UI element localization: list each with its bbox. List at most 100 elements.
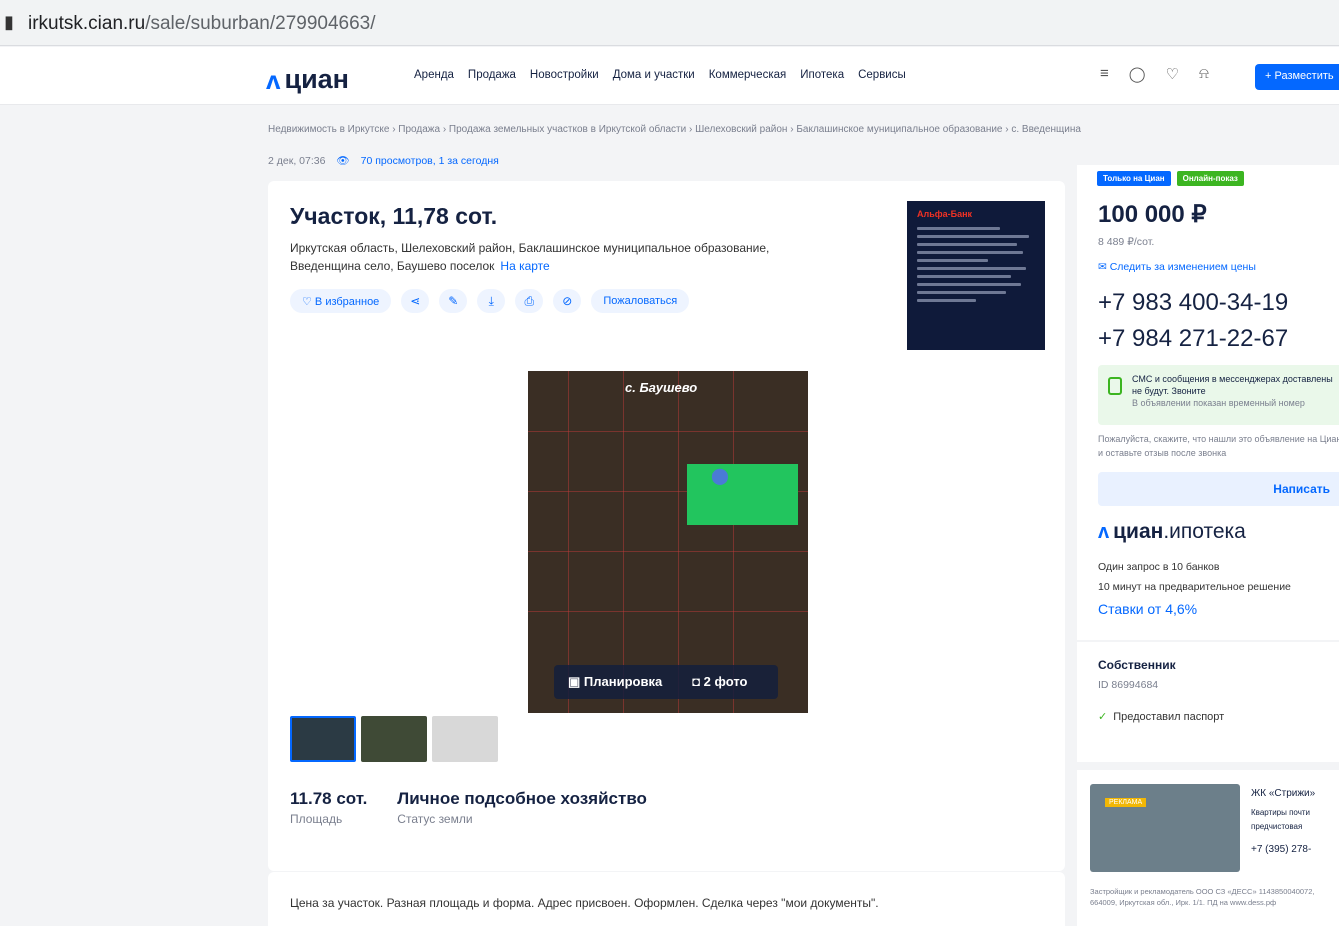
promo-title: ЖК «Стрижи» bbox=[1251, 788, 1316, 799]
map-pin-icon: ⬤ bbox=[711, 468, 729, 485]
page-title: Участок, 11,78 сот. bbox=[290, 203, 498, 229]
owner-title: Собственник bbox=[1098, 658, 1176, 672]
ad-text-line bbox=[917, 243, 1018, 246]
url-text[interactable]: irkutsk.cian.ru/sale/suburban/279904663/ bbox=[28, 13, 376, 35]
fact-area: 11.78 сот. Площадь bbox=[290, 789, 367, 826]
listing-address: Иркутская область, Шелеховский район, Ба… bbox=[290, 239, 810, 275]
ad-text-line bbox=[917, 299, 976, 302]
favorite-label: В избранное bbox=[314, 296, 380, 308]
ad-text-line bbox=[917, 267, 1026, 270]
page-info-icon[interactable]: ▮ bbox=[4, 12, 14, 33]
breadcrumb[interactable]: Недвижимость в Иркутске › Продажа › Прод… bbox=[268, 124, 1328, 135]
nav-item-commercial[interactable]: Коммерческая bbox=[709, 69, 787, 81]
note-icon[interactable]: ✎ bbox=[439, 289, 468, 313]
ad-text-line bbox=[917, 235, 1030, 238]
area-value: 11.78 сот. bbox=[290, 789, 368, 808]
promo-card[interactable]: РЕКЛАМА ЖК «Стрижи» Квартиры почти предч… bbox=[1077, 770, 1339, 926]
heart-icon: ♡ bbox=[302, 296, 315, 308]
ad-brand: Альфа-Банк bbox=[917, 209, 973, 219]
ad-text-line bbox=[917, 259, 988, 262]
thumbnail-2[interactable] bbox=[361, 716, 427, 762]
bell-icon[interactable]: ⍾ bbox=[1199, 65, 1209, 83]
listing-card: Участок, 11,78 сот. Иркутская область, Ш… bbox=[268, 181, 1065, 871]
phone-1[interactable]: +7 983 400-34-19 bbox=[1098, 289, 1288, 317]
cian-mortgage-logo[interactable]: ᴧ циан .ипотека bbox=[1098, 520, 1246, 544]
listing-facts: 11.78 сот. Площадь Личное подсобное хозя… bbox=[290, 789, 647, 826]
status-label: Статус земли bbox=[397, 812, 473, 826]
plot-grid-line bbox=[528, 431, 808, 432]
write-button[interactable]: Написать bbox=[1098, 472, 1339, 506]
owner-passport-label: Предоставил паспорт bbox=[1113, 711, 1225, 723]
owner-id: ID 86994684 bbox=[1098, 679, 1159, 691]
follow-price-label: Следить за изменением цены bbox=[1109, 261, 1256, 273]
compare-icon[interactable]: ≡ bbox=[1100, 65, 1109, 83]
chat-icon[interactable]: ◯ bbox=[1129, 65, 1146, 83]
plan-icon: ▣ bbox=[568, 674, 584, 689]
nav-item-new[interactable]: Новостройки bbox=[530, 69, 599, 81]
plot-grid-line bbox=[528, 551, 808, 552]
logo-text: циан bbox=[284, 64, 349, 94]
nav-item-houses[interactable]: Дома и участки bbox=[613, 69, 695, 81]
share-icon[interactable]: ⋖ bbox=[401, 289, 430, 313]
nav-item-services[interactable]: Сервисы bbox=[858, 69, 906, 81]
thumbnail-3[interactable] bbox=[432, 716, 498, 762]
mortgage-rates-link[interactable]: Ставки от 4,6% bbox=[1098, 601, 1197, 617]
promo-line-2: предчистовая bbox=[1251, 822, 1303, 831]
promo-tag: РЕКЛАМА bbox=[1105, 798, 1147, 807]
download-icon[interactable]: ⤓ bbox=[477, 289, 506, 313]
cian-man-icon: ᴧ bbox=[266, 65, 281, 95]
mortgage-logo-suffix: .ипотека bbox=[1163, 520, 1246, 543]
camera-icon: ◘ bbox=[692, 674, 704, 689]
on-map-link[interactable]: На карте bbox=[500, 259, 549, 273]
phone-2[interactable]: +7 984 271-22-67 bbox=[1098, 325, 1288, 353]
price-panel: Только на Циан Онлайн-показ 100 000 ₽ 8 … bbox=[1077, 165, 1339, 640]
thumbnail-1[interactable] bbox=[290, 716, 356, 762]
heart-icon[interactable]: ♡ bbox=[1166, 65, 1179, 83]
plot-highlight bbox=[687, 464, 798, 525]
promo-legal: Застройщик и рекламодатель ООО СЗ «ДЕСС»… bbox=[1090, 887, 1315, 907]
promo-line-1: Квартиры почти bbox=[1251, 808, 1311, 817]
views-count[interactable]: 70 просмотров, 1 за сегодня bbox=[361, 155, 499, 167]
badges: Только на Циан Онлайн-показ bbox=[1097, 171, 1244, 186]
site-header: ᴧ циан Аренда Продажа Новостройки Дома и… bbox=[0, 47, 1339, 105]
plot-grid-line bbox=[623, 371, 624, 713]
ad-banner[interactable]: Альфа-Банк bbox=[907, 201, 1045, 350]
photo-toolbar: ▣ Планировка ◘ 2 фото bbox=[554, 665, 778, 699]
favorite-button[interactable]: ♡ В избранное bbox=[290, 289, 392, 313]
plot-grid-line bbox=[733, 371, 734, 713]
owner-card: Собственник ID 86994684 ✓ Предоставил пас… bbox=[1077, 642, 1339, 762]
hide-icon[interactable]: ⊘ bbox=[553, 289, 582, 313]
listing-description: Цена за участок. Разная площадь и форма.… bbox=[290, 896, 879, 910]
follow-price-link[interactable]: ✉ Следить за изменением цены bbox=[1098, 261, 1256, 273]
print-icon[interactable]: ⎙ bbox=[515, 289, 544, 313]
ad-text-line bbox=[917, 283, 1021, 286]
nav-item-mortgage[interactable]: Ипотека bbox=[800, 69, 844, 81]
url-path: /sale/suburban/279904663/ bbox=[145, 13, 376, 34]
plan-button[interactable]: ▣ Планировка bbox=[568, 674, 662, 690]
ad-text-line bbox=[917, 275, 1012, 278]
eye-icon: 👁 bbox=[336, 155, 350, 167]
status-value: Личное подсобное хозяйство bbox=[397, 789, 647, 808]
envelope-icon: ✉ bbox=[1098, 261, 1110, 273]
complain-button[interactable]: Пожаловаться bbox=[591, 289, 690, 313]
cian-man-icon: ᴧ bbox=[1098, 521, 1110, 543]
mortgage-line-2: 10 минут на предварительное решение bbox=[1098, 581, 1291, 593]
ad-text-line bbox=[917, 251, 1024, 254]
nav-item-sale[interactable]: Продажа bbox=[468, 69, 516, 81]
price: 100 000 ₽ bbox=[1098, 201, 1207, 228]
fact-land-status: Личное подсобное хозяйство Статус земли bbox=[397, 789, 647, 826]
cian-logo[interactable]: ᴧ циан bbox=[266, 55, 349, 95]
sms-warning: СМС и сообщения в мессенджерах доставлен… bbox=[1098, 365, 1339, 425]
listing-actions: ♡ В избранное ⋖ ✎ ⤓ ⎙ ⊘ Пожаловаться bbox=[290, 289, 690, 313]
header-icons: ≡ ◯ ♡ ⍾ bbox=[1100, 65, 1209, 83]
plot-grid-line bbox=[568, 371, 569, 713]
main-photo[interactable]: с. Баушево ⬤ ▣ Планировка ◘ 2 фото bbox=[528, 371, 808, 713]
photos-button[interactable]: ◘ 2 фото bbox=[692, 674, 747, 690]
owner-passport: ✓ Предоставил паспорт bbox=[1098, 710, 1224, 723]
nav-item-rent[interactable]: Аренда bbox=[414, 69, 454, 81]
badge-online-show: Онлайн-показ bbox=[1176, 171, 1244, 186]
place-ad-button[interactable]: + Разместить bbox=[1255, 64, 1339, 90]
promo-phone[interactable]: +7 (395) 278- bbox=[1251, 844, 1311, 855]
browser-address-bar[interactable]: ▮ irkutsk.cian.ru/sale/suburban/27990466… bbox=[0, 0, 1339, 46]
sms-text: СМС и сообщения в мессенджерах доставлен… bbox=[1132, 374, 1333, 396]
